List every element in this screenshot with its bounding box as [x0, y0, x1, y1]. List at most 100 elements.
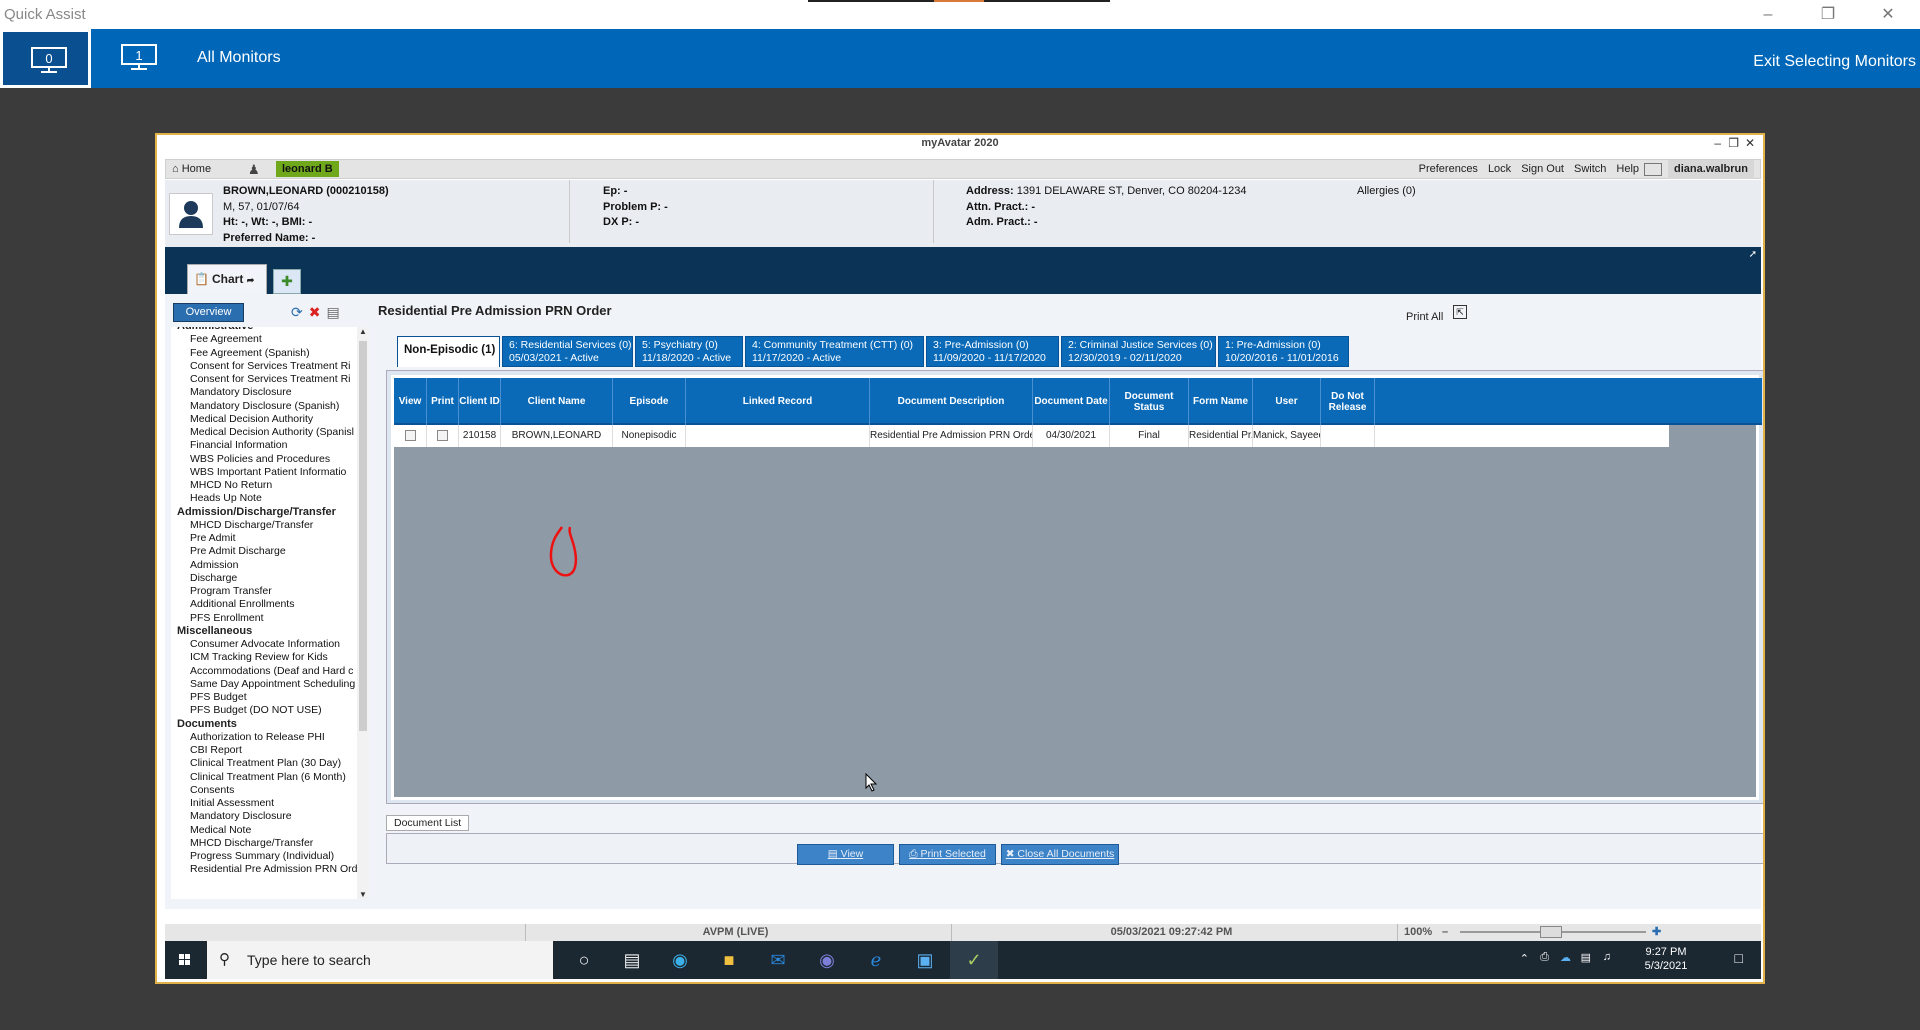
- overview-button[interactable]: Overview: [173, 303, 244, 322]
- table-row[interactable]: 210158 BROWN,LEONARD Nonepisodic Residentia…: [394, 425, 1669, 447]
- add-tab-icon[interactable]: ✚: [273, 269, 301, 294]
- form-list-item[interactable]: Consumer Advocate Information: [171, 638, 357, 651]
- print-all-link[interactable]: Print All: [1406, 311, 1443, 323]
- section-header[interactable]: Admission/Discharge/Transfer: [171, 506, 357, 519]
- tab-document-list[interactable]: Document List: [386, 815, 470, 831]
- restore-icon[interactable]: ❐: [1728, 135, 1739, 152]
- switch-link[interactable]: Switch: [1569, 160, 1611, 179]
- zoom-thumb[interactable]: [1540, 926, 1562, 938]
- sign-out-link[interactable]: Sign Out: [1516, 160, 1569, 179]
- onedrive-icon[interactable]: ☁: [1560, 951, 1571, 964]
- form-list-item[interactable]: Mandatory Disclosure: [171, 810, 357, 823]
- allergies-field[interactable]: Allergies (0): [1357, 184, 1416, 200]
- scroll-thumb[interactable]: [359, 341, 367, 731]
- form-list-item[interactable]: MHCD Discharge/Transfer: [171, 837, 357, 850]
- tab-episode[interactable]: 1: Pre-Admission (0) 10/20/2016 - 11/01/2…: [1218, 336, 1349, 367]
- column-header[interactable]: Print: [427, 378, 459, 425]
- person-icon[interactable]: ♟: [248, 162, 260, 178]
- form-list-item[interactable]: Medical Note: [171, 824, 357, 837]
- form-list-item[interactable]: CBI Report: [171, 744, 357, 757]
- home-button[interactable]: ⌂ Home: [172, 160, 211, 178]
- expand-arrow-icon[interactable]: ➚: [1749, 249, 1757, 260]
- network-icon[interactable]: ▤: [1581, 951, 1591, 964]
- windows-start-icon[interactable]: [165, 941, 205, 979]
- column-header[interactable]: Client ID: [459, 378, 501, 425]
- tab-episode[interactable]: Non-Episodic (1): [397, 336, 500, 367]
- form-list-item[interactable]: Mandatory Disclosure: [171, 386, 357, 399]
- teams-icon[interactable]: ◉: [803, 941, 851, 979]
- drag-handle[interactable]: [808, 0, 1110, 2]
- form-list-item[interactable]: Additional Enrollments: [171, 598, 357, 611]
- tab-episode[interactable]: 6: Residential Services (0) 05/03/2021 - …: [502, 336, 633, 367]
- column-header[interactable]: Do Not Release: [1321, 378, 1375, 425]
- form-list-item[interactable]: PFS Budget: [171, 691, 357, 704]
- help-link[interactable]: Help: [1611, 160, 1644, 179]
- outlook-icon[interactable]: ✉: [754, 941, 802, 979]
- remote-desktop-icon[interactable]: ▣: [901, 941, 949, 979]
- column-header[interactable]: Form Name: [1189, 378, 1253, 425]
- notification-icon[interactable]: □: [1735, 950, 1743, 966]
- section-header[interactable]: Documents: [171, 718, 357, 731]
- form-list-item[interactable]: Clinical Treatment Plan (30 Day): [171, 757, 357, 770]
- edge-icon[interactable]: ◉: [656, 941, 704, 979]
- exit-selecting-monitors-button[interactable]: Exit Selecting Monitors: [1753, 29, 1916, 95]
- form-list-item[interactable]: Initial Assessment: [171, 797, 357, 810]
- close-icon[interactable]: ✖: [309, 303, 321, 321]
- refresh-icon[interactable]: ⟳: [291, 303, 303, 321]
- form-list-item[interactable]: Heads Up Note: [171, 492, 357, 505]
- form-list-item[interactable]: Fee Agreement (Spanish): [171, 347, 357, 360]
- column-header[interactable]: Client Name: [501, 378, 613, 425]
- view-checkbox[interactable]: [404, 429, 416, 441]
- minimize-icon[interactable]: –: [1743, 0, 1793, 29]
- internet-explorer-icon[interactable]: ℯ: [852, 941, 900, 979]
- zoom-out-icon[interactable]: –: [1442, 924, 1448, 941]
- column-header[interactable]: Linked Record: [686, 378, 870, 425]
- column-header[interactable]: View: [394, 378, 427, 425]
- tab-episode[interactable]: 4: Community Treatment (CTT) (0) 11/17/20…: [745, 336, 924, 367]
- pin-icon[interactable]: ➦: [247, 275, 255, 285]
- tab-episode[interactable]: 3: Pre-Admission (0) 11/09/2020 - 11/17/2…: [926, 336, 1059, 367]
- form-list-item[interactable]: WBS Important Patient Informatio: [171, 466, 357, 479]
- window-icon[interactable]: ▤: [326, 303, 339, 321]
- column-header[interactable]: Document Description: [870, 378, 1033, 425]
- myavatar-icon[interactable]: ✓: [950, 941, 998, 979]
- column-header[interactable]: User: [1253, 378, 1321, 425]
- form-list-item[interactable]: Financial Information: [171, 439, 357, 452]
- column-header[interactable]: Document Date: [1033, 378, 1110, 425]
- print-checkbox[interactable]: [437, 429, 448, 441]
- form-list-item[interactable]: Residential Pre Admission PRN Ord: [171, 863, 357, 876]
- form-list-item[interactable]: Admission: [171, 559, 357, 572]
- close-icon[interactable]: ✕: [1863, 0, 1913, 29]
- form-list-item[interactable]: Pre Admit: [171, 532, 357, 545]
- minimize-icon[interactable]: –: [1714, 135, 1721, 152]
- maximize-icon[interactable]: ⇱: [1453, 305, 1467, 319]
- monitor-0-button[interactable]: 0: [0, 29, 91, 88]
- form-list-item[interactable]: Medical Decision Authority (Spanisl: [171, 426, 357, 439]
- form-list-item[interactable]: Consent for Services Treatment Ri: [171, 373, 357, 386]
- volume-icon[interactable]: ♫: [1603, 951, 1611, 963]
- cortana-icon[interactable]: ○: [560, 941, 608, 979]
- form-list-item[interactable]: Consent for Services Treatment Ri: [171, 360, 357, 373]
- form-list-item[interactable]: MHCD Discharge/Transfer: [171, 519, 357, 532]
- task-view-icon[interactable]: ▤: [608, 941, 656, 979]
- remote-screen[interactable]: myAvatar 2020 – ❐ ✕ ⌂ Home ♟ leonard B P…: [155, 133, 1765, 984]
- client-tag[interactable]: leonard B: [276, 161, 339, 177]
- printer-icon[interactable]: ⎙: [1540, 951, 1549, 964]
- tab-episode[interactable]: 2: Criminal Justice Services (0) 12/30/20…: [1061, 336, 1216, 367]
- column-header[interactable]: Document Status: [1110, 378, 1189, 425]
- close-all-documents-button[interactable]: ✖ Close All Documents: [1001, 844, 1119, 865]
- form-list-item[interactable]: Program Transfer: [171, 585, 357, 598]
- sidebar-scrollbar[interactable]: ▲ ▼: [357, 327, 369, 899]
- expand-icon[interactable]: [1644, 163, 1663, 176]
- clock[interactable]: 9:27 PM 5/3/2021: [1631, 945, 1701, 973]
- file-explorer-icon[interactable]: ■: [705, 941, 753, 979]
- print-selected-button[interactable]: ⎙ Print Selected: [899, 844, 996, 865]
- lock-link[interactable]: Lock: [1483, 160, 1516, 179]
- form-list-item[interactable]: Consents: [171, 784, 357, 797]
- form-list-item[interactable]: Medical Decision Authority: [171, 413, 357, 426]
- tab-episode[interactable]: 5: Psychiatry (0) 11/18/2020 - Active: [635, 336, 743, 367]
- form-list-item[interactable]: Clinical Treatment Plan (6 Month): [171, 771, 357, 784]
- scroll-up-icon[interactable]: ▲: [357, 327, 369, 336]
- form-list-item[interactable]: Same Day Appointment Scheduling: [171, 678, 357, 691]
- form-list-item[interactable]: Authorization to Release PHI: [171, 731, 357, 744]
